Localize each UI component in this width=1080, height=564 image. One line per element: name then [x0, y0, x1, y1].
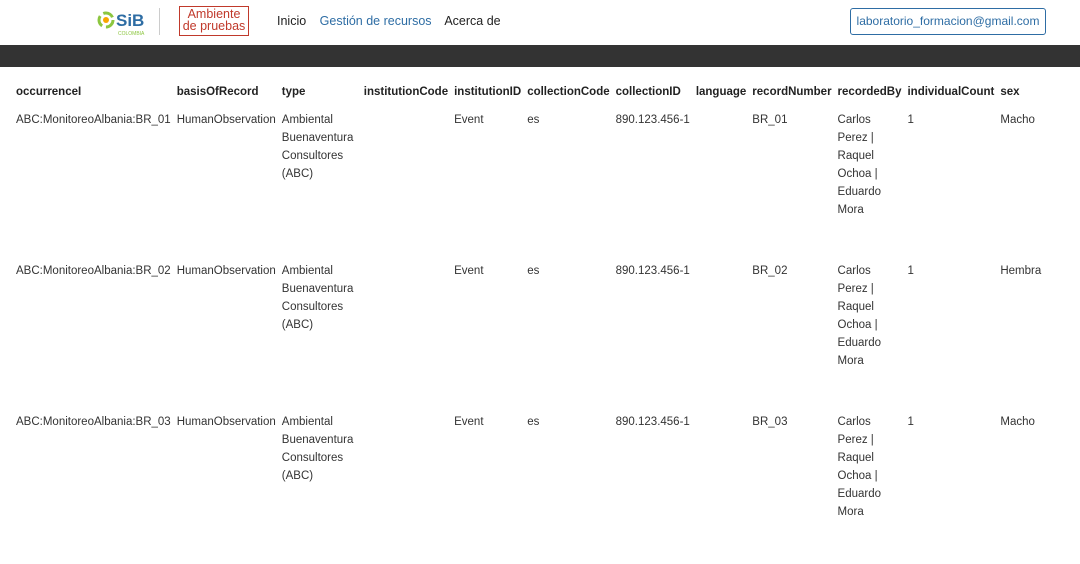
- table-cell: 890.123.456-1: [615, 114, 690, 126]
- table-cell: Macho: [1000, 416, 1035, 428]
- top-navbar: SiB COLOMBIA Ambiente de pruebas Inicio …: [0, 0, 1080, 45]
- table-cell: es: [527, 416, 540, 428]
- table-cell: BR_03: [752, 416, 788, 428]
- table-cell: Carlos Perez | Raquel Ochoa | Eduardo Mo…: [837, 114, 882, 216]
- table-cell: Event: [454, 265, 484, 277]
- column-header: sex: [1000, 86, 1020, 98]
- nav-about-link[interactable]: Acerca de: [444, 14, 500, 28]
- table-cell: [364, 262, 454, 413]
- main-nav: Inicio Gestión de recursos Acerca de: [277, 14, 511, 28]
- table-header-row: occurrenceI basisOfRecord type instituti…: [16, 83, 1047, 111]
- table-cell: Event: [454, 416, 484, 428]
- table-cell: Macho: [1000, 114, 1035, 126]
- column-header: recordedBy: [837, 86, 902, 98]
- logo-subtext: COLOMBIA: [118, 31, 145, 37]
- table-cell: ABC:MonitoreoAlbania:BR_02: [16, 265, 171, 277]
- column-header: occurrenceI: [16, 86, 82, 98]
- logo-text: SiB: [116, 11, 144, 30]
- table-cell: 1: [907, 416, 914, 428]
- table-cell: ABC:MonitoreoAlbania:BR_03: [16, 416, 171, 428]
- table-cell: 890.123.456-1: [615, 416, 690, 428]
- table-cell: 890.123.456-1: [615, 265, 690, 277]
- table-cell: es: [527, 114, 540, 126]
- table-cell: [364, 111, 454, 262]
- column-header: institutionCode: [363, 86, 449, 98]
- table-cell: [696, 413, 752, 564]
- table-cell: Carlos Perez | Raquel Ochoa | Eduardo Mo…: [837, 416, 882, 518]
- user-account-button[interactable]: laboratorio_formacion@gmail.com: [850, 8, 1046, 35]
- table-cell: HumanObservation: [176, 114, 276, 126]
- column-header: language: [695, 86, 747, 98]
- environment-badge: Ambiente de pruebas: [179, 6, 249, 36]
- table-cell: Carlos Perez | Raquel Ochoa | Eduardo Mo…: [837, 265, 882, 367]
- table-cell: HumanObservation: [176, 265, 276, 277]
- table-cell: 1: [907, 114, 914, 126]
- dark-toolbar-strip: [0, 45, 1080, 67]
- nav-resources-link[interactable]: Gestión de recursos: [320, 14, 432, 28]
- table-cell: Ambiental Buenaventura Consultores (ABC): [281, 416, 354, 482]
- table-cell: Hembra: [1000, 265, 1042, 277]
- table-cell: BR_02: [752, 265, 788, 277]
- occurrence-table: occurrenceI basisOfRecord type instituti…: [16, 83, 1047, 564]
- column-header: individualCount: [907, 86, 995, 98]
- column-header: recordNumber: [752, 86, 832, 98]
- table-row: ABC:MonitoreoAlbania:BR_01 HumanObservat…: [16, 111, 1047, 262]
- table-row: ABC:MonitoreoAlbania:BR_02 HumanObservat…: [16, 262, 1047, 413]
- table-cell: [696, 262, 752, 413]
- logo-divider: [159, 8, 160, 35]
- column-header: collectionID: [615, 86, 681, 98]
- sib-logo[interactable]: SiB COLOMBIA: [96, 7, 156, 37]
- table-cell: es: [527, 265, 540, 277]
- nav-home-link[interactable]: Inicio: [277, 14, 306, 28]
- table-cell: Event: [454, 114, 484, 126]
- table-cell: 1: [907, 265, 914, 277]
- table-row: ABC:MonitoreoAlbania:BR_03 HumanObservat…: [16, 413, 1047, 564]
- table-cell: BR_01: [752, 114, 788, 126]
- table-cell: Ambiental Buenaventura Consultores (ABC): [281, 265, 354, 331]
- column-header: collectionCode: [527, 86, 610, 98]
- column-header: institutionID: [454, 86, 522, 98]
- column-header: type: [281, 86, 306, 98]
- table-cell: [696, 111, 752, 262]
- column-header: basisOfRecord: [176, 86, 259, 98]
- table-cell: ABC:MonitoreoAlbania:BR_01: [16, 114, 171, 126]
- table-cell: HumanObservation: [176, 416, 276, 428]
- table-cell: [364, 413, 454, 564]
- table-cell: Ambiental Buenaventura Consultores (ABC): [281, 114, 354, 180]
